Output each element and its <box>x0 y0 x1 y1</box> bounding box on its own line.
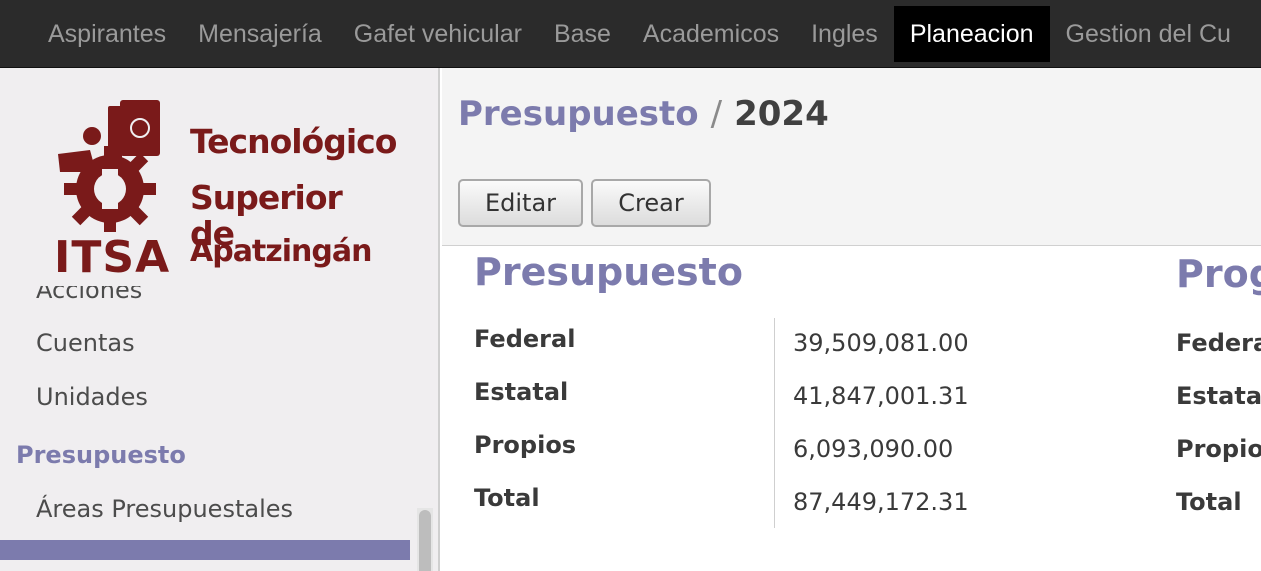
breadcrumb-parent-link[interactable]: Presupuesto <box>458 94 699 134</box>
field-value-propios: 6,093,090.00 <box>793 435 954 463</box>
sidebar-item-unidades[interactable]: Unidades <box>0 370 410 424</box>
sidebar-item-cuentas[interactable]: Cuentas <box>0 316 410 370</box>
nav-item-ingles[interactable]: Ingles <box>795 6 894 62</box>
field-label-federal-2: Federa <box>1176 329 1261 357</box>
nav-item-academicos[interactable]: Academicos <box>627 6 795 62</box>
nav-item-mensajeria[interactable]: Mensajería <box>182 6 338 62</box>
nav-item-aspirantes[interactable]: Aspirantes <box>32 6 182 62</box>
field-label-propios-2: Propio <box>1176 435 1261 463</box>
field-value-federal: 39,509,081.00 <box>793 329 969 357</box>
create-button[interactable]: Crear <box>591 179 711 227</box>
nav-item-gafet-vehicular[interactable]: Gafet vehicular <box>338 6 538 62</box>
sidebar-item-areas-presupuestales[interactable]: Áreas Presupuestales <box>0 482 410 536</box>
sidebar-section-presupuesto: Presupuesto <box>16 441 186 469</box>
field-label-total-2: Total <box>1176 488 1242 516</box>
sidebar-scrollbar[interactable] <box>417 508 433 571</box>
edit-button[interactable]: Editar <box>458 179 583 227</box>
nav-item-gestion-del-curriculum[interactable]: Gestion del Cu <box>1050 6 1247 62</box>
nav-item-planeacion[interactable]: Planeacion <box>893 5 1050 62</box>
sidebar-menu: Acciones Cuentas Unidades Presupuesto Ár… <box>0 286 410 560</box>
sidebar-item-acciones[interactable]: Acciones <box>0 286 410 316</box>
sidebar: Tecnológico Superior de Apatzingán ITSA … <box>0 68 440 571</box>
control-panel: Presupuesto / 2024 Editar Crear <box>442 68 1261 246</box>
logo-acronym: ITSA <box>54 232 171 283</box>
record-form: Presupuesto Federal Estatal Propios Tota… <box>442 246 1261 571</box>
field-label-total: Total <box>474 484 540 512</box>
field-label-propios: Propios <box>474 431 577 459</box>
logo-line-3: Apatzingán <box>190 234 372 269</box>
gear-emblem-icon <box>58 100 160 232</box>
section-title-presupuesto: Presupuesto <box>474 250 743 294</box>
breadcrumb-separator: / <box>710 94 723 134</box>
top-navigation: Aspirantes Mensajería Gafet vehicular Ba… <box>0 0 1261 68</box>
field-divider <box>774 318 775 528</box>
field-value-total: 87,449,172.31 <box>793 488 969 516</box>
breadcrumb-current: 2024 <box>734 94 829 134</box>
field-label-federal: Federal <box>474 325 576 353</box>
breadcrumb: Presupuesto / 2024 <box>458 94 829 134</box>
itsa-logo[interactable]: Tecnológico Superior de Apatzingán ITSA <box>50 94 397 284</box>
field-label-estatal-2: Estatal <box>1176 382 1261 410</box>
field-value-estatal: 41,847,001.31 <box>793 382 969 410</box>
logo-line-1: Tecnológico <box>190 122 397 161</box>
scrollbar-thumb[interactable] <box>419 510 431 571</box>
sidebar-item-selected[interactable] <box>0 540 410 560</box>
section-title-prog: Prog <box>1176 252 1261 296</box>
field-label-estatal: Estatal <box>474 378 569 406</box>
nav-item-base[interactable]: Base <box>538 6 627 62</box>
